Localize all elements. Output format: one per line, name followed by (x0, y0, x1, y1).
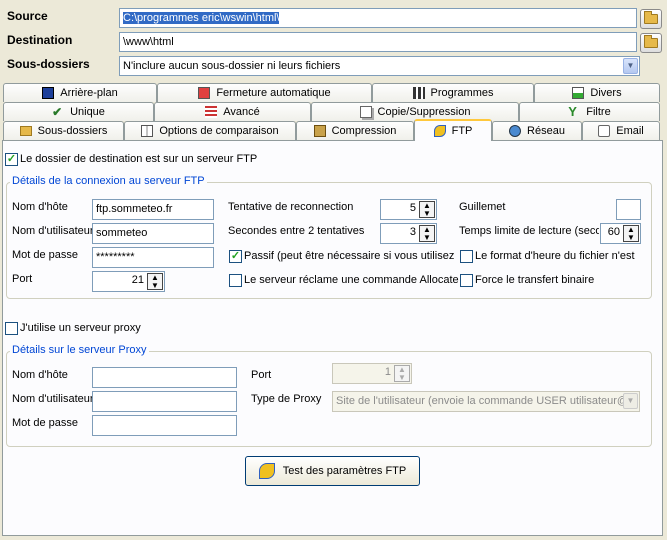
tab-compression[interactable]: Compression (296, 121, 414, 140)
subfolders-label: Sous-dossiers (7, 57, 90, 71)
spin-arrows-icon[interactable]: ▲ ▼ (419, 201, 435, 218)
network-icon (509, 125, 522, 137)
dest-is-ftp-label: Le dossier de destination est sur un ser… (20, 153, 258, 165)
checkmark-icon: ✔ (52, 105, 63, 119)
retry-value: 5 (409, 202, 416, 214)
folder-icon (644, 35, 658, 48)
proxy-type-select[interactable]: Site de l'utilisateur (envoie la command… (332, 391, 640, 412)
tab-fermeture-automatique[interactable]: Fermeture automatique (157, 83, 372, 102)
source-value: C:\programmes eric\wswin\html\ (123, 12, 280, 24)
proxy-host-label: Nom d'hôte (12, 369, 68, 381)
ftp-port-value: 21 (131, 274, 144, 286)
destination-label: Destination (7, 33, 73, 47)
programs-icon (412, 87, 425, 99)
ftp-user-label: Nom d'utilisateur (12, 225, 94, 237)
archive-icon (313, 125, 326, 137)
ftp-user-input[interactable]: sommeteo (92, 223, 214, 244)
tab-filtre[interactable]: Y Filtre (519, 102, 660, 121)
ftp-icon (258, 463, 275, 479)
tab-divers[interactable]: Divers (534, 83, 660, 102)
proxy-port-value: 1 (384, 366, 391, 378)
destination-input[interactable]: \www\html (119, 32, 637, 52)
passive-label: Passif (peut être nécessaire si vous uti… (244, 250, 454, 262)
timeformat-label: Le format d'heure du fichier n'est (475, 250, 635, 262)
dest-is-ftp-checkbox[interactable]: ✓ (5, 153, 18, 166)
proxy-host-input[interactable] (92, 367, 237, 388)
email-icon (598, 125, 611, 137)
tab-programmes[interactable]: Programmes (372, 83, 534, 102)
timeformat-checkbox[interactable] (460, 250, 473, 263)
proxy-password-label: Mot de passe (12, 417, 79, 429)
source-label: Source (7, 9, 48, 23)
copy-icon (359, 106, 372, 118)
proxy-group-title: Détails sur le serveur Proxy (10, 344, 149, 356)
binary-checkbox[interactable] (460, 274, 473, 287)
tab-ftp[interactable]: FTP (414, 119, 492, 141)
wait-spinner[interactable]: 3 ▲ ▼ (380, 223, 437, 244)
ftp-tab-panel: ✓ Le dossier de destination est sur un s… (2, 140, 663, 536)
allocate-label: Le serveur réclame une commande Allocate (244, 274, 459, 286)
chevron-down-icon: ▼ (623, 58, 638, 74)
filter-icon: Y (568, 104, 577, 119)
proxy-password-input[interactable] (92, 415, 237, 436)
compare-icon (141, 125, 154, 137)
timeout-value: 60 (607, 226, 620, 238)
subfolders-value: N'inclure aucun sous-dossier ni leurs fi… (123, 60, 341, 72)
ftp-icon (433, 125, 446, 137)
passive-checkbox[interactable]: ✓ (229, 250, 242, 263)
spin-arrows-icon[interactable]: ▲ ▼ (394, 365, 410, 382)
quote-label: Guillemet (459, 201, 506, 213)
proxy-port-label: Port (251, 369, 272, 381)
folders-icon (19, 126, 32, 136)
list-icon (205, 106, 218, 118)
date-icon (572, 87, 585, 99)
timeout-spinner[interactable]: 60 ▲ ▼ (600, 223, 641, 244)
spin-arrows-icon[interactable]: ▲ ▼ (419, 225, 435, 242)
test-ftp-button-label: Test des paramètres FTP (282, 465, 407, 477)
wait-label: Secondes entre 2 tentatives (228, 225, 365, 237)
tab-options-de-comparaison[interactable]: Options de comparaison (124, 121, 296, 140)
test-ftp-button[interactable]: Test des paramètres FTP (245, 456, 420, 486)
chevron-down-icon: ▼ (623, 393, 638, 409)
close-window-icon (198, 87, 211, 99)
quote-input[interactable] (616, 199, 641, 220)
timeout-label: Temps limite de lecture (secon (459, 225, 599, 237)
ftp-port-spinner[interactable]: 21 ▲ ▼ (92, 271, 165, 292)
source-input[interactable]: C:\programmes eric\wswin\html\ (119, 8, 637, 28)
tab-reseau[interactable]: Réseau (492, 121, 582, 140)
wait-value: 3 (409, 226, 416, 238)
tab-avance[interactable]: Avancé (154, 102, 311, 121)
allocate-checkbox[interactable] (229, 274, 242, 287)
proxy-type-label: Type de Proxy (251, 393, 322, 405)
ftp-password-label: Mot de passe (12, 249, 79, 261)
use-proxy-label: J'utilise un serveur proxy (20, 322, 141, 334)
retry-label: Tentative de reconnection (228, 201, 354, 213)
window-icon (42, 87, 55, 99)
proxy-port-spinner[interactable]: 1 ▲ ▼ (332, 363, 412, 384)
proxy-user-input[interactable] (92, 391, 237, 412)
tab-unique[interactable]: ✔ Unique (3, 102, 154, 121)
destination-browse-button[interactable] (640, 33, 662, 53)
folder-icon (644, 11, 658, 24)
ftp-host-input[interactable]: ftp.sommeteo.fr (92, 199, 214, 220)
subfolders-select[interactable]: N'inclure aucun sous-dossier ni leurs fi… (119, 56, 640, 76)
ftp-password-input[interactable]: ********* (92, 247, 214, 268)
ftp-group-title: Détails de la connexion au serveur FTP (10, 175, 207, 187)
tab-sous-dossiers[interactable]: Sous-dossiers (3, 121, 124, 140)
proxy-type-value: Site de l'utilisateur (envoie la command… (336, 395, 635, 407)
ftp-host-label: Nom d'hôte (12, 201, 68, 213)
source-browse-button[interactable] (640, 9, 662, 29)
spin-arrows-icon[interactable]: ▲ ▼ (147, 273, 163, 290)
proxy-user-label: Nom d'utilisateur (12, 393, 94, 405)
binary-label: Force le transfert binaire (475, 274, 595, 286)
tab-arriere-plan[interactable]: Arrière-plan (3, 83, 157, 102)
retry-spinner[interactable]: 5 ▲ ▼ (380, 199, 437, 220)
tab-email[interactable]: Email (582, 121, 660, 140)
use-proxy-checkbox[interactable] (5, 322, 18, 335)
spin-arrows-icon[interactable]: ▲ ▼ (623, 225, 639, 242)
ftp-port-label: Port (12, 273, 33, 285)
